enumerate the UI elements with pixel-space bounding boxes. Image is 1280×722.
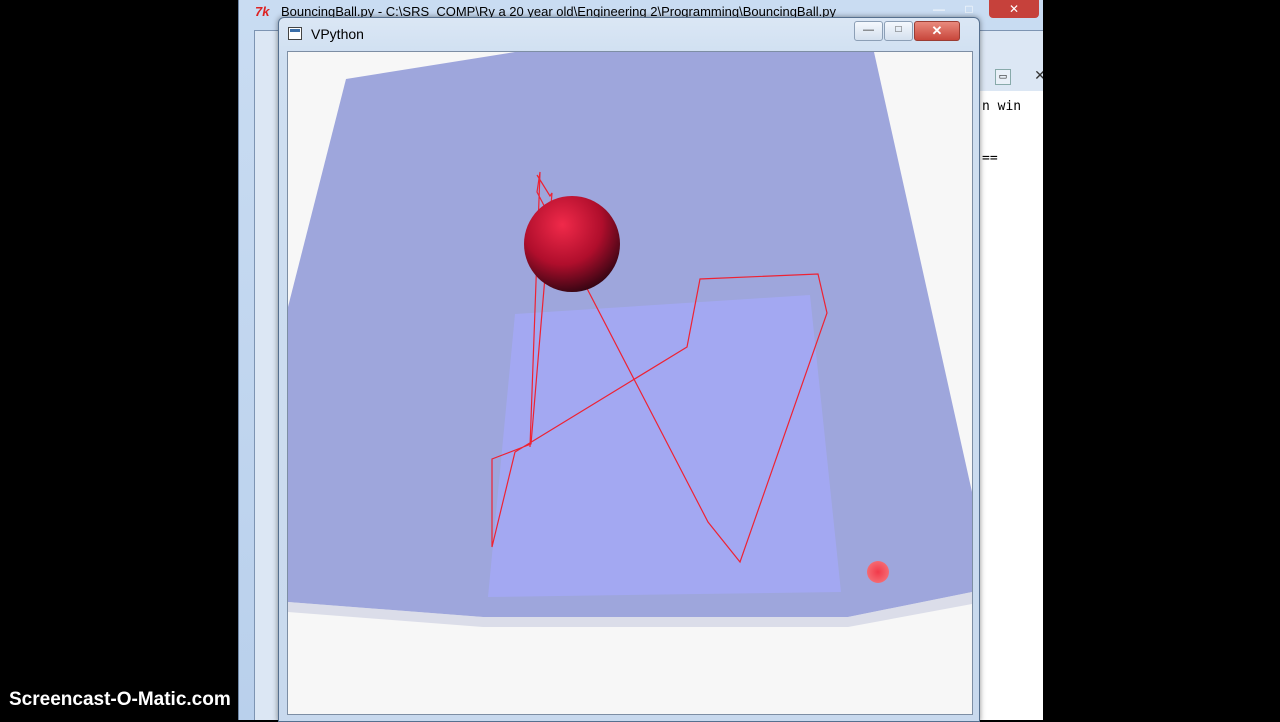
watermark: Screencast-O-Matic.com — [9, 689, 231, 710]
restore-icon[interactable]: ▭ — [995, 69, 1011, 85]
editor-text-area[interactable]: n win == — [980, 91, 1043, 720]
editor-line: n win — [982, 99, 1022, 114]
editor-line: == — [982, 151, 998, 166]
box-back-wall — [488, 295, 841, 597]
scene-svg — [288, 52, 972, 627]
window-app-icon — [288, 27, 302, 40]
minimize-button[interactable]: — — [927, 0, 951, 18]
tk-app-icon: 7k — [255, 4, 270, 19]
close-button[interactable]: ✕ — [989, 0, 1039, 18]
vpython-window[interactable]: VPython — □ ✕ — [278, 17, 980, 722]
close-button[interactable]: ✕ — [914, 21, 960, 41]
maximize-button[interactable]: □ — [884, 21, 913, 41]
3d-scene-canvas[interactable] — [287, 51, 973, 715]
ball-marker — [867, 561, 889, 583]
minimize-button[interactable]: — — [854, 21, 883, 41]
window-title: VPython — [311, 26, 364, 42]
maximize-button[interactable]: □ — [957, 0, 981, 18]
ball — [524, 196, 620, 292]
close-icon[interactable]: ✕ — [1031, 67, 1043, 85]
